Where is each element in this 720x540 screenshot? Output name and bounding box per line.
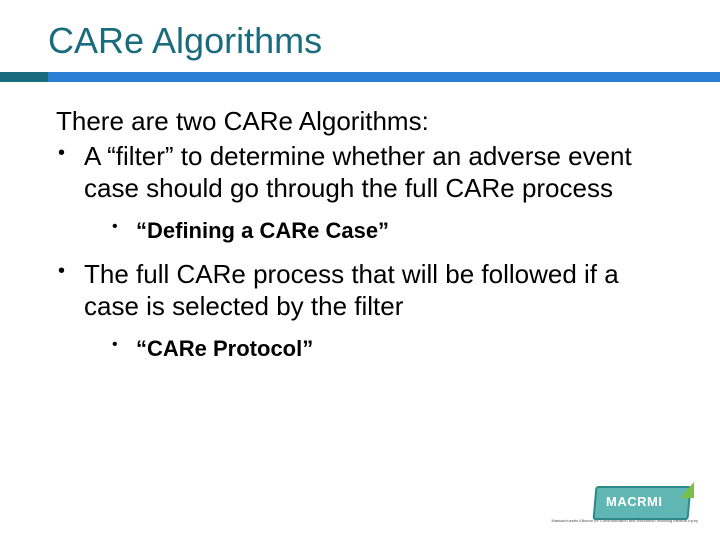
intro-text: There are two CARe Algorithms: — [56, 106, 664, 137]
sub-list-item: “CARe Protocol” — [112, 335, 664, 364]
slide-title: CARe Algorithms — [0, 0, 720, 72]
sub-list-item: “Defining a CARe Case” — [112, 217, 664, 246]
sub-list: “Defining a CARe Case” — [112, 217, 664, 246]
sub-list-item-text: “CARe Protocol” — [136, 336, 313, 361]
logo-text: MACRMI — [606, 494, 662, 509]
macrmi-logo: MACRMI Massachusetts Alliance for Commun… — [588, 482, 698, 526]
title-rule — [0, 72, 720, 82]
list-item: The full CARe process that will be follo… — [56, 259, 664, 363]
slide: CARe Algorithms There are two CARe Algor… — [0, 0, 720, 540]
sub-list: “CARe Protocol” — [112, 335, 664, 364]
rule-left-segment — [0, 72, 48, 82]
content-area: There are two CARe Algorithms: A “filter… — [0, 82, 720, 363]
sub-list-item-text: “Defining a CARe Case” — [136, 218, 389, 243]
list-item: A “filter” to determine whether an adver… — [56, 141, 664, 245]
list-item-text: A “filter” to determine whether an adver… — [84, 141, 632, 203]
logo-accent-icon — [680, 482, 694, 498]
list-item-text: The full CARe process that will be follo… — [84, 259, 619, 321]
logo-subtext: Massachusetts Alliance for Communication… — [551, 518, 698, 523]
rule-right-segment — [48, 72, 720, 82]
bullet-list: A “filter” to determine whether an adver… — [56, 141, 664, 363]
